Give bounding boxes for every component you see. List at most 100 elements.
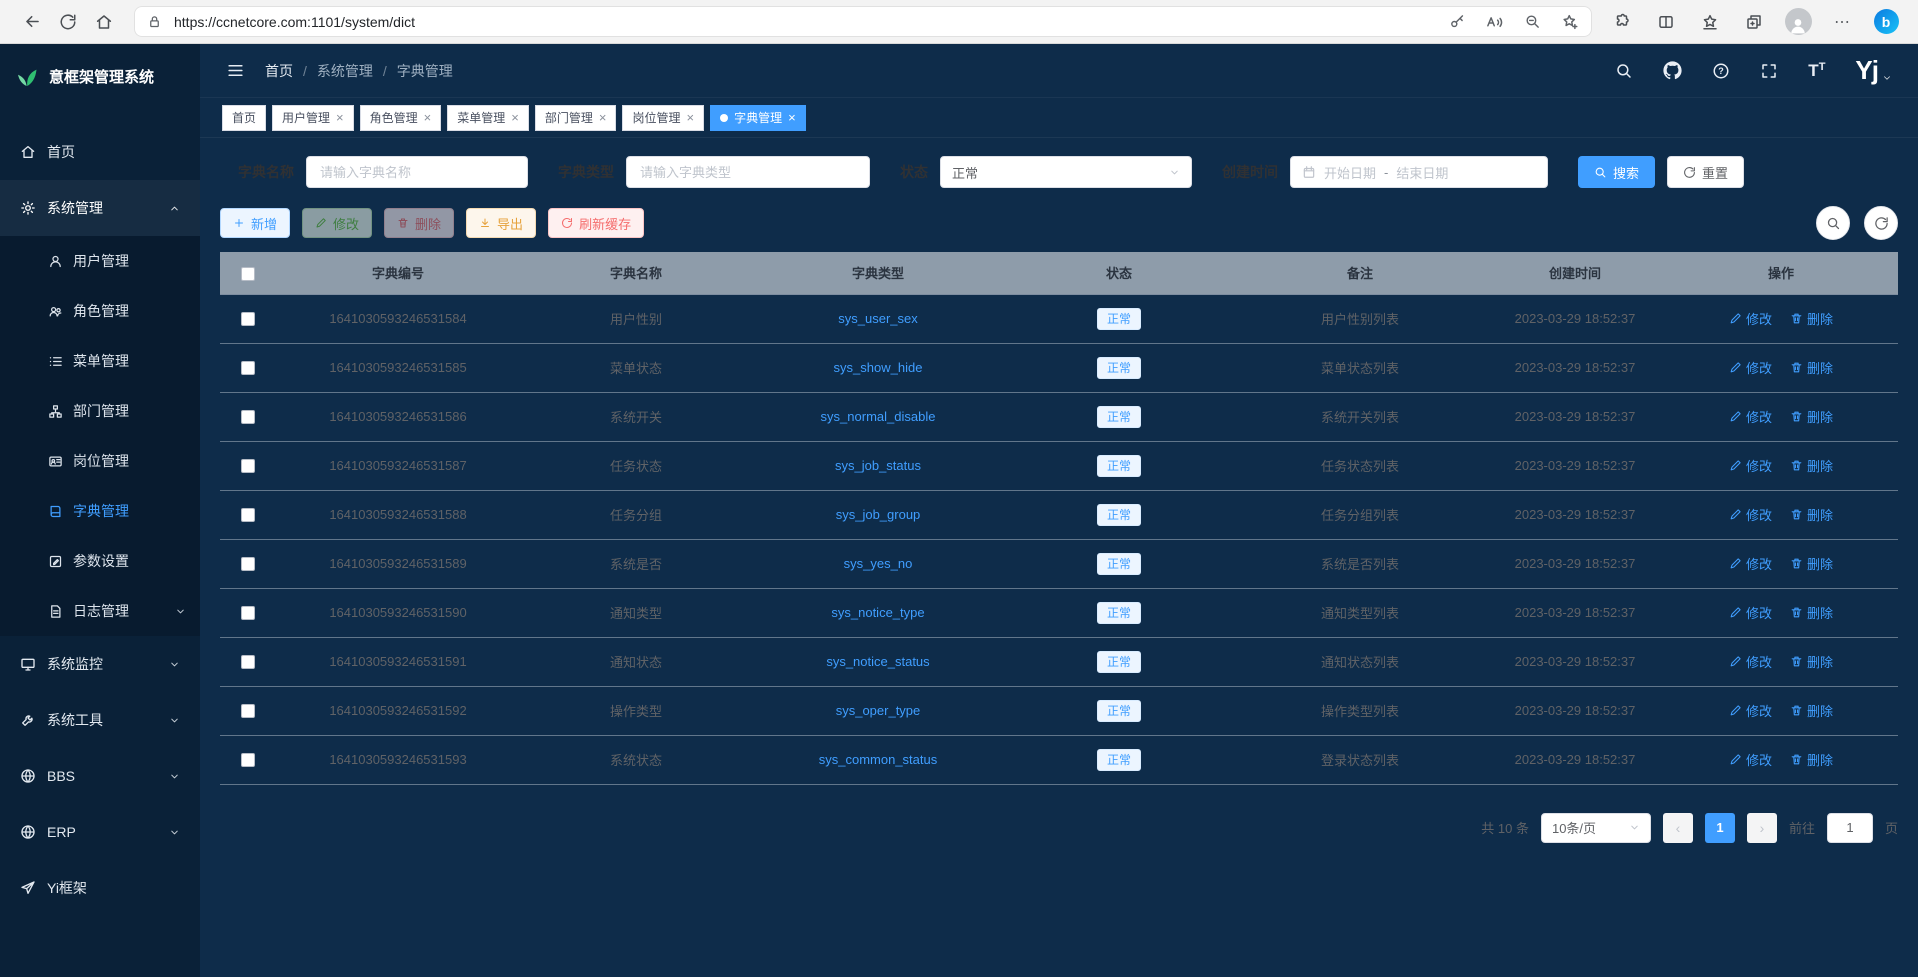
row-edit-button[interactable]: 修改 [1729,505,1772,524]
sidebar-item-system-management[interactable]: 系统管理 [0,180,200,236]
favorites-button[interactable] [1692,5,1728,39]
sidebar-item-yi-framework[interactable]: Yi框架 [0,860,200,916]
current-page[interactable]: 1 [1705,813,1735,843]
dict-type-link[interactable]: sys_user_sex [838,311,917,326]
reset-button[interactable]: 重置 [1667,156,1744,188]
status-select[interactable]: 正常 [940,156,1192,188]
breadcrumb-home[interactable]: 首页 [265,61,293,81]
close-icon[interactable]: × [424,111,432,124]
extensions-button[interactable] [1604,5,1640,39]
row-delete-button[interactable]: 删除 [1790,701,1833,720]
close-icon[interactable]: × [686,111,694,124]
row-checkbox[interactable] [241,459,255,473]
sidebar-item-log-management[interactable]: 日志管理 [0,586,200,636]
dict-type-link[interactable]: sys_oper_type [836,703,921,718]
zoom-icon[interactable] [1524,13,1541,30]
row-edit-button[interactable]: 修改 [1729,358,1772,377]
sidebar-item-department-management[interactable]: 部门管理 [0,386,200,436]
refresh-table-button[interactable] [1864,206,1898,240]
row-delete-button[interactable]: 删除 [1790,505,1833,524]
row-checkbox[interactable] [241,557,255,571]
refresh-cache-button[interactable]: 刷新缓存 [548,208,644,238]
dict-name-input[interactable] [318,164,516,181]
collections-button[interactable] [1736,5,1772,39]
close-icon[interactable]: × [336,111,344,124]
edit-button[interactable]: 修改 [302,208,372,238]
row-checkbox[interactable] [241,508,255,522]
profile-button[interactable] [1780,5,1816,39]
row-delete-button[interactable]: 删除 [1790,358,1833,377]
sidebar-item-system-monitor[interactable]: 系统监控 [0,636,200,692]
tab-department-management[interactable]: 部门管理× [535,105,617,131]
page-size-select[interactable]: 10条/页 [1541,813,1651,843]
toggle-search-button[interactable] [1816,206,1850,240]
sidebar-item-home[interactable]: 首页 [0,124,200,180]
prev-page-button[interactable]: ‹ [1663,813,1693,843]
dict-type-link[interactable]: sys_notice_status [826,654,929,669]
dict-type-link[interactable]: sys_common_status [819,752,938,767]
tab-home[interactable]: 首页 [222,105,266,131]
dict-type-link[interactable]: sys_show_hide [834,360,923,375]
sidebar-item-user-management[interactable]: 用户管理 [0,236,200,286]
header-fullscreen-button[interactable] [1760,62,1778,80]
user-logo-dropdown[interactable]: Yj [1855,55,1892,86]
favorite-add-icon[interactable] [1561,13,1579,31]
tab-user-management[interactable]: 用户管理× [272,105,354,131]
row-delete-button[interactable]: 删除 [1790,456,1833,475]
sidebar-item-menu-management[interactable]: 菜单管理 [0,336,200,386]
sidebar-item-system-tools[interactable]: 系统工具 [0,692,200,748]
select-all-checkbox[interactable] [241,267,255,281]
sidebar-item-role-management[interactable]: 角色管理 [0,286,200,336]
row-checkbox[interactable] [241,753,255,767]
copilot-button[interactable]: b [1868,5,1904,39]
export-button[interactable]: 导出 [466,208,536,238]
split-screen-button[interactable] [1648,5,1684,39]
url-input[interactable] [172,13,1439,31]
address-bar[interactable] [134,6,1592,37]
row-edit-button[interactable]: 修改 [1729,407,1772,426]
app-logo[interactable]: 意框架管理系统 [0,44,200,108]
dict-type-link[interactable]: sys_normal_disable [821,409,936,424]
close-icon[interactable]: × [788,111,796,124]
row-edit-button[interactable]: 修改 [1729,603,1772,622]
row-edit-button[interactable]: 修改 [1729,652,1772,671]
dict-type-link[interactable]: sys_job_group [836,507,921,522]
row-delete-button[interactable]: 删除 [1790,750,1833,769]
date-range-picker[interactable]: 开始日期 - 结束日期 [1290,156,1548,188]
close-icon[interactable]: × [511,111,519,124]
header-help-button[interactable]: ? [1712,62,1730,80]
browser-home-button[interactable] [86,5,122,39]
tab-menu-management[interactable]: 菜单管理× [447,105,529,131]
tab-post-management[interactable]: 岗位管理× [622,105,704,131]
row-edit-button[interactable]: 修改 [1729,701,1772,720]
tab-role-management[interactable]: 角色管理× [360,105,442,131]
browser-back-button[interactable] [14,5,50,39]
row-delete-button[interactable]: 删除 [1790,407,1833,426]
row-checkbox[interactable] [241,606,255,620]
menu-toggle-icon[interactable] [226,61,245,80]
browser-refresh-button[interactable] [50,5,86,39]
dict-type-input[interactable] [638,164,858,181]
row-checkbox[interactable] [241,361,255,375]
row-checkbox[interactable] [241,704,255,718]
search-button[interactable]: 搜索 [1578,156,1655,188]
goto-page-input[interactable] [1827,813,1873,843]
row-delete-button[interactable]: 删除 [1790,652,1833,671]
dict-type-link[interactable]: sys_notice_type [831,605,924,620]
header-font-size-button[interactable]: TT [1808,62,1825,79]
close-icon[interactable]: × [599,111,607,124]
browser-menu-button[interactable] [1824,5,1860,39]
dict-type-link[interactable]: sys_job_status [835,458,921,473]
row-checkbox[interactable] [241,655,255,669]
header-search-button[interactable] [1615,62,1633,80]
row-checkbox[interactable] [241,410,255,424]
delete-button[interactable]: 删除 [384,208,454,238]
row-edit-button[interactable]: 修改 [1729,554,1772,573]
row-edit-button[interactable]: 修改 [1729,750,1772,769]
sidebar-item-dict-management[interactable]: 字典管理 [0,486,200,536]
read-aloud-icon[interactable] [1486,13,1504,31]
sidebar-item-erp[interactable]: ERP [0,804,200,860]
dict-type-link[interactable]: sys_yes_no [844,556,913,571]
sidebar-item-parameter-settings[interactable]: 参数设置 [0,536,200,586]
tab-dict-management[interactable]: 字典管理× [710,105,806,131]
